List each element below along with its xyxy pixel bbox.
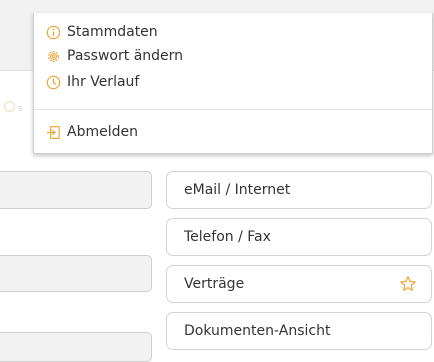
button-label: eMail / Internet — [184, 182, 291, 198]
user-menu-dropdown: Stammdaten Passwort ändern Ihr Verlauf A… — [33, 13, 433, 154]
logout-icon — [46, 125, 60, 139]
menu-item-label: Abmelden — [67, 124, 138, 140]
vertraege-button[interactable]: Verträge — [166, 265, 432, 303]
menu-item-abmelden[interactable]: Abmelden — [46, 124, 138, 140]
menu-item-stammdaten[interactable]: Stammdaten — [46, 24, 158, 40]
menu-divider — [34, 109, 432, 110]
menu-item-label: Stammdaten — [67, 24, 158, 40]
telefon-fax-button[interactable]: Telefon / Fax — [166, 218, 432, 256]
button-label: Verträge — [184, 276, 245, 292]
input-field[interactable] — [0, 255, 152, 292]
button-label: Telefon / Fax — [184, 229, 271, 245]
button-label: Dokumenten-Ansicht — [184, 323, 331, 339]
hidden-tab-fragment: s — [4, 101, 23, 114]
menu-item-label: Passwort ändern — [67, 48, 184, 64]
menu-item-ihr-verlauf[interactable]: Ihr Verlauf — [46, 74, 139, 90]
info-icon — [4, 101, 15, 112]
gear-icon — [48, 50, 59, 62]
dokumenten-ansicht-button[interactable]: Dokumenten-Ansicht — [166, 312, 432, 350]
input-field[interactable] — [0, 332, 152, 362]
input-field[interactable] — [0, 171, 152, 209]
menu-item-label: Ihr Verlauf — [67, 74, 140, 90]
email-internet-button[interactable]: eMail / Internet — [166, 171, 432, 209]
menu-item-passwort-aendern[interactable]: Passwort ändern — [46, 48, 183, 64]
info-icon — [46, 25, 61, 39]
clock-icon — [46, 75, 61, 89]
star-icon[interactable] — [399, 275, 417, 293]
